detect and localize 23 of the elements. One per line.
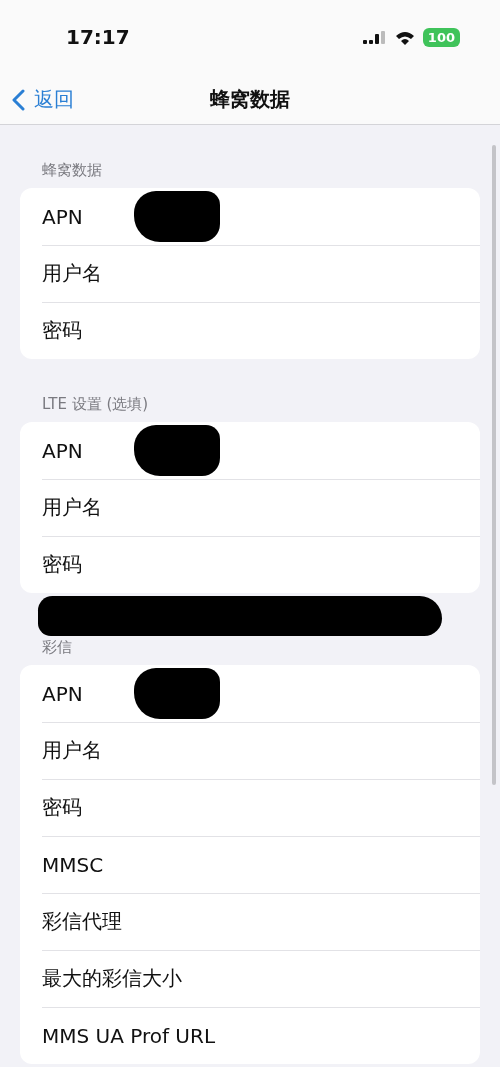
settings-row[interactable]: MMS UA Prof URL	[20, 1007, 480, 1064]
page-title: 蜂窝数据	[210, 86, 290, 113]
settings-row[interactable]: 最大的彩信大小	[20, 950, 480, 1007]
battery-indicator: 100	[422, 28, 460, 47]
settings-row[interactable]: 密码	[20, 302, 480, 359]
settings-row[interactable]: 密码	[20, 779, 480, 836]
status-time: 17:17	[66, 24, 130, 49]
chevron-left-icon	[12, 88, 25, 111]
section-header: LTE 设置 (选填)	[41, 394, 150, 415]
signal-icon	[362, 30, 387, 45]
section-header: 彩信	[41, 637, 73, 658]
settings-row[interactable]: 用户名	[20, 722, 480, 779]
back-button[interactable]: 返回	[0, 86, 74, 113]
section-header: 蜂窝数据	[41, 160, 103, 181]
settings-row[interactable]: 用户名	[20, 245, 480, 302]
settings-row[interactable]: 彩信代理	[20, 893, 480, 950]
settings-row[interactable]: APN	[20, 665, 480, 722]
settings-row[interactable]: 用户名	[20, 479, 480, 536]
settings-row[interactable]: APN	[20, 188, 480, 245]
settings-row[interactable]: 密码	[20, 536, 480, 593]
settings-row[interactable]: APN	[20, 422, 480, 479]
wifi-icon	[394, 30, 415, 45]
settings-row[interactable]: MMSC	[20, 836, 480, 893]
